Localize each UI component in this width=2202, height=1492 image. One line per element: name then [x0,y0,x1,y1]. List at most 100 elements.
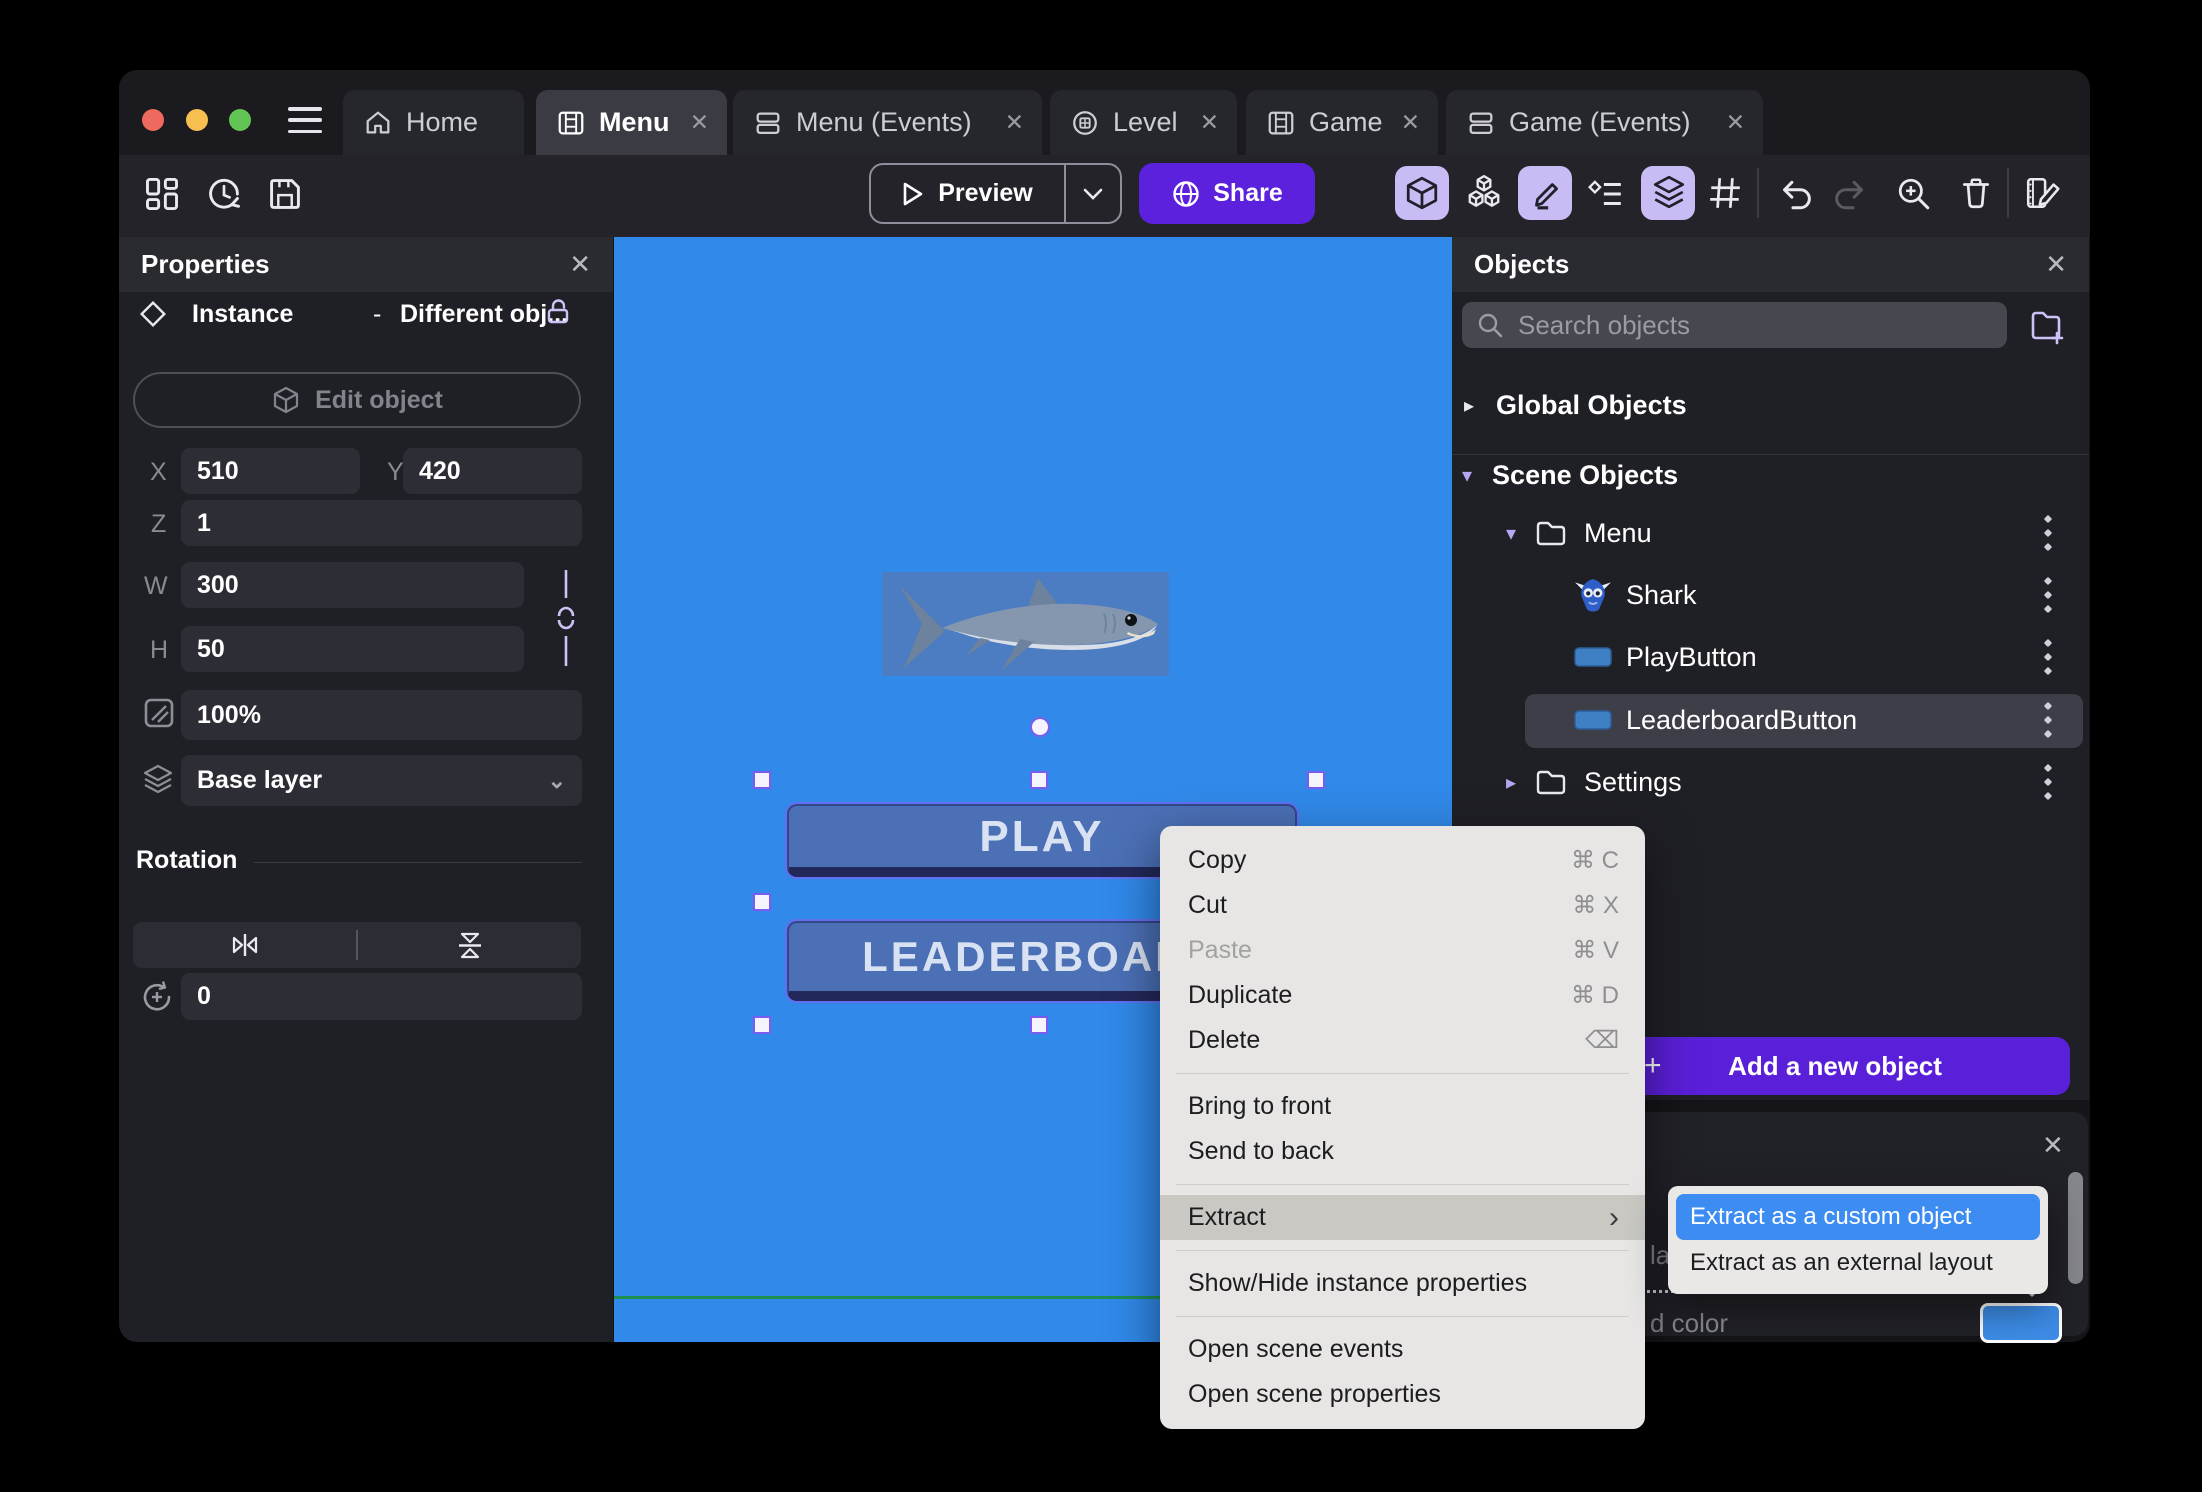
resize-handle-top-left[interactable] [753,771,771,789]
tree-item-label: Menu [1584,517,1652,548]
tab-close-icon[interactable]: ✕ [991,109,1024,136]
add-new-object-button[interactable]: + Add a new object [1600,1037,2070,1095]
menu-item-extract[interactable]: Extract › [1160,1195,1645,1240]
scrollbar-thumb[interactable] [2068,1172,2083,1284]
object-groups-icon[interactable] [1465,173,1503,211]
submenu-item-extract-custom-object[interactable]: Extract as a custom object [1676,1194,2040,1240]
menu-item-show-hide-instance-properties[interactable]: Show/Hide instance properties [1160,1261,1645,1306]
menu-item-open-scene-properties[interactable]: Open scene properties [1160,1372,1645,1417]
scene-objects-section[interactable]: ▾ Scene Objects [1462,450,1678,500]
chevron-down-icon: ▾ [1462,464,1473,487]
tab-level[interactable]: Level ✕ [1050,90,1237,155]
resize-handle-bottom-center[interactable] [1030,1016,1048,1034]
playbutton-row-options-icon[interactable] [2043,638,2053,676]
tree-item-shark[interactable]: Shark [1574,570,1697,620]
shortcut: ⌘ X [1572,892,1619,919]
tab-close-icon[interactable]: ✕ [1712,109,1745,136]
cube-2d-icon [271,385,301,415]
link-dimensions-icon[interactable] [548,568,584,668]
edit-object-label: Edit object [315,385,443,414]
tree-item-menu-folder[interactable]: ▾ Menu [1506,508,1652,558]
settings-row-options-icon[interactable] [2043,763,2053,801]
global-objects-section[interactable]: ▸ Global Objects [1464,380,1687,430]
menu-item-open-scene-events[interactable]: Open scene events [1160,1327,1645,1372]
edit-scene-properties-icon[interactable] [2024,174,2062,212]
grid-icon[interactable] [1707,175,1743,211]
x-field[interactable]: 510 [181,448,360,494]
layers-close-icon[interactable]: ✕ [2042,1130,2064,1161]
events-sheet-icon [1466,108,1496,138]
button-object-icon [1574,646,1612,668]
menu-item-delete[interactable]: Delete ⌫ [1160,1018,1645,1063]
resize-handle-top-center[interactable] [1030,771,1048,789]
maximize-window-button[interactable] [229,109,251,131]
tree-item-playbutton[interactable]: PlayButton [1574,632,1757,682]
z-field[interactable]: 1 [181,500,582,546]
menu-item-copy[interactable]: Copy ⌘ C [1160,838,1645,883]
menu-item-send-to-back[interactable]: Send to back [1160,1129,1645,1174]
preview-dropdown[interactable] [1066,188,1120,200]
tab-home[interactable]: Home [343,90,524,155]
opacity-field[interactable]: 100% [181,690,582,740]
tree-item-settings-folder[interactable]: ▸ Settings [1506,757,1682,807]
edit-object-button[interactable]: Edit object [133,372,581,428]
play-icon [902,182,924,206]
close-icon[interactable]: ✕ [569,249,591,280]
edit-tool-icon[interactable] [1528,175,1564,211]
menu-item-duplicate[interactable]: Duplicate ⌘ D [1160,973,1645,1018]
menu-row-options-icon[interactable] [2043,514,2053,552]
tab-close-icon[interactable]: ✕ [1387,109,1420,136]
global-objects-label: Global Objects [1496,389,1687,420]
save-icon[interactable] [266,175,304,213]
background-color-swatch[interactable] [1980,1303,2062,1343]
instances-list-icon[interactable] [1588,176,1624,212]
tab-close-icon[interactable]: ✕ [676,109,709,136]
share-button[interactable]: Share [1139,163,1315,224]
resize-handle-mid-left[interactable] [753,893,771,911]
shortcut: ⌘ C [1571,847,1619,874]
submenu-item-extract-external-layout[interactable]: Extract as an external layout [1676,1240,2040,1286]
undo-icon[interactable] [1776,176,1812,212]
folder-icon [1534,518,1568,548]
unlock-icon[interactable] [544,297,574,327]
resize-handle-top-right[interactable] [1307,771,1325,789]
main-menu-icon[interactable] [288,107,322,133]
close-icon[interactable]: ✕ [2045,249,2067,280]
rotation-handle[interactable] [1030,717,1050,737]
search-input[interactable] [1516,308,1993,342]
tab-close-icon[interactable]: ✕ [1186,109,1219,136]
search-objects-field[interactable] [1462,302,2007,348]
instance-object-label: Different obj... [400,300,569,328]
history-icon[interactable] [205,175,243,213]
properties-title: Properties [141,249,270,279]
add-folder-icon[interactable] [2026,306,2066,346]
tab-menu-events[interactable]: Menu (Events) ✕ [733,90,1042,155]
tab-menu[interactable]: Menu ✕ [536,90,727,155]
panels-layout-icon[interactable] [143,175,181,213]
rotation-field[interactable]: 0 [181,973,582,1020]
h-field[interactable]: 50 [181,626,524,672]
search-icon [1476,311,1504,339]
redo-icon[interactable] [1834,176,1870,212]
preview-button[interactable]: Preview [869,163,1122,224]
shark-sprite[interactable] [882,572,1169,676]
objects-tool-icon[interactable] [1404,175,1440,211]
layers-tool-icon[interactable] [1651,174,1687,210]
close-window-button[interactable] [142,109,164,131]
tab-game-events[interactable]: Game (Events) ✕ [1446,90,1763,155]
resize-handle-bottom-left[interactable] [753,1016,771,1034]
zoom-in-icon[interactable] [1896,176,1932,212]
w-field[interactable]: 300 [181,562,524,608]
minimize-window-button[interactable] [186,109,208,131]
tab-game[interactable]: Game ✕ [1246,90,1438,155]
shark-row-options-icon[interactable] [2043,576,2053,614]
flip-horizontal-button[interactable] [133,930,356,960]
tree-item-leaderboardbutton[interactable]: LeaderboardButton [1574,695,1857,745]
menu-item-bring-to-front[interactable]: Bring to front [1160,1084,1645,1129]
trash-icon[interactable] [1958,175,1994,211]
layer-select[interactable]: Base layer ⌄ [181,755,582,806]
menu-item-cut[interactable]: Cut ⌘ X [1160,883,1645,928]
y-field[interactable]: 420 [403,448,582,494]
flip-vertical-button[interactable] [358,930,581,960]
leaderboardbutton-row-options-icon[interactable] [2043,701,2053,739]
